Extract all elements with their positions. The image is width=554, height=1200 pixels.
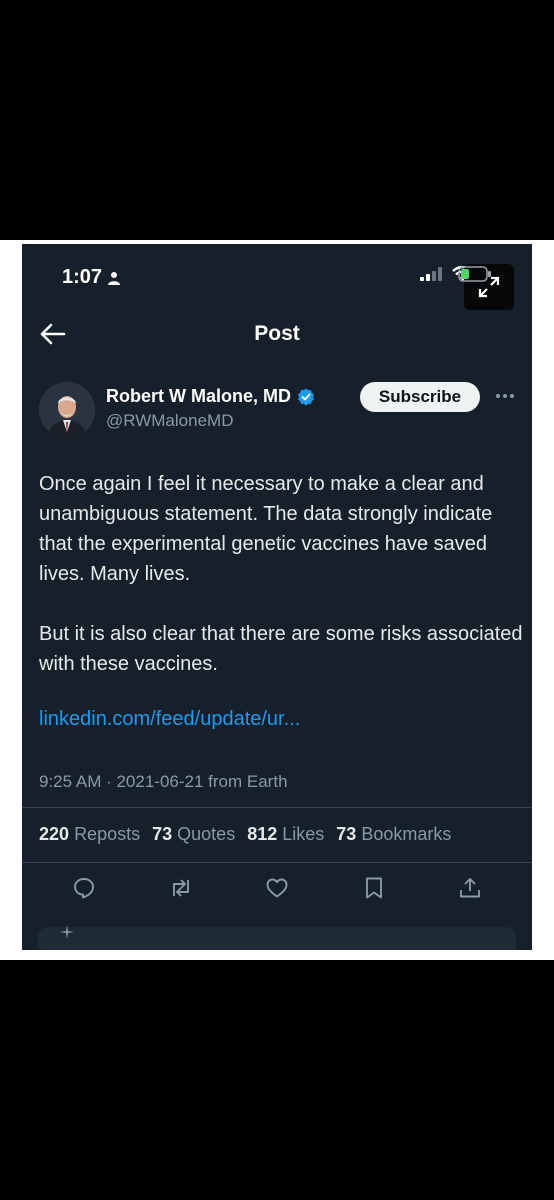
repost-icon[interactable] — [169, 876, 193, 900]
stat-bookmarks[interactable]: 73 Bookmarks — [336, 824, 451, 845]
post-paragraph: Once again I feel it necessary to make a… — [39, 473, 493, 585]
action-bar — [72, 876, 482, 900]
battery-icon — [458, 266, 491, 282]
post-timestamp[interactable]: 9:25 AM · 2021-06-21 from Earth — [39, 772, 288, 792]
divider — [22, 862, 532, 863]
author-handle[interactable]: @RWMaloneMD — [106, 411, 233, 431]
verified-badge-icon — [298, 388, 314, 405]
post-paragraph: But it is also clear that there are some… — [39, 623, 523, 675]
signal-icon — [420, 267, 442, 281]
status-time: 1:07 — [62, 266, 121, 289]
avatar-image — [39, 382, 95, 438]
bookmark-icon[interactable] — [362, 876, 386, 900]
reply-icon[interactable] — [72, 876, 96, 900]
author-avatar[interactable] — [39, 382, 95, 438]
heart-icon[interactable] — [265, 876, 289, 900]
reply-composer[interactable] — [38, 925, 516, 950]
stat-reposts[interactable]: 220 Reposts — [39, 824, 140, 845]
subscribe-button[interactable]: Subscribe — [360, 382, 480, 412]
engagement-stats: 220 Reposts 73 Quotes 812 Likes 73 Bookm… — [39, 824, 451, 845]
post-body: Once again I feel it necessary to make a… — [39, 469, 525, 679]
stat-likes[interactable]: 812 Likes — [247, 824, 324, 845]
stat-quotes[interactable]: 73 Quotes — [152, 824, 235, 845]
author-name[interactable]: Robert W Malone, MD — [106, 386, 291, 407]
more-options-icon[interactable] — [494, 389, 516, 403]
sparkle-icon — [60, 925, 74, 939]
person-icon — [108, 271, 121, 285]
divider — [22, 807, 532, 808]
post-link[interactable]: linkedin.com/feed/update/ur... — [39, 708, 300, 731]
phone-screen: 1:07 Post Robert W Malone, MD @RWMaloneM… — [22, 244, 532, 950]
page-title: Post — [254, 322, 300, 345]
author-name-row[interactable]: Robert W Malone, MD — [106, 386, 315, 407]
share-icon[interactable] — [458, 876, 482, 900]
time-label: 1:07 — [62, 266, 103, 288]
